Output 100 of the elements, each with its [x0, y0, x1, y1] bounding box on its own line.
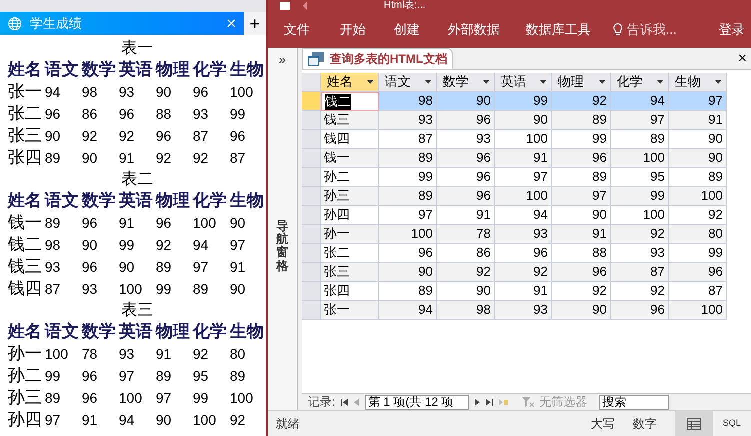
table-cell[interactable]: 93 [611, 244, 669, 263]
record-position-field[interactable]: 第 1 项(共 12 项 [365, 394, 470, 410]
table-cell[interactable]: 90 [437, 282, 495, 301]
table-cell[interactable]: 92 [611, 225, 669, 244]
sign-in-button[interactable]: 登录 [719, 20, 745, 40]
table-cell[interactable]: 90 [495, 111, 552, 130]
table-cell[interactable]: 90 [669, 130, 727, 149]
table-cell[interactable]: 90 [379, 263, 437, 282]
table-cell[interactable]: 96 [437, 187, 495, 206]
table-cell[interactable]: 92 [669, 206, 727, 225]
dropdown-icon[interactable] [657, 80, 664, 84]
table-cell[interactable]: 100 [379, 225, 437, 244]
ribbon-tab[interactable]: 数据库工具 [526, 20, 591, 40]
table-cell[interactable]: 99 [379, 168, 437, 187]
row-selector[interactable] [302, 301, 321, 320]
ribbon-tab[interactable]: 文件 [284, 20, 310, 40]
table-cell[interactable]: 99 [611, 187, 669, 206]
table-cell[interactable]: 89 [552, 111, 611, 130]
row-selector[interactable] [302, 225, 321, 244]
table-cell[interactable]: 钱二 [325, 94, 351, 110]
tell-me-box[interactable]: 告诉我... [613, 20, 677, 40]
table-cell[interactable]: 96 [437, 149, 495, 168]
table-cell[interactable]: 孙二 [324, 169, 350, 185]
table-cell[interactable]: 93 [495, 225, 552, 244]
table-cell[interactable]: 孙四 [324, 207, 350, 223]
table-cell[interactable]: 96 [669, 263, 727, 282]
table-cell[interactable]: 100 [669, 187, 727, 206]
table-cell[interactable]: 96 [437, 168, 495, 187]
row-selector[interactable] [302, 168, 321, 187]
ribbon-tab[interactable]: 创建 [394, 20, 420, 40]
table-cell[interactable]: 91 [495, 282, 552, 301]
ribbon-tab[interactable]: 开始 [340, 20, 366, 40]
last-record-icon[interactable] [486, 398, 494, 406]
table-cell[interactable]: 94 [611, 92, 669, 111]
table-cell[interactable]: 96 [379, 244, 437, 263]
search-field[interactable]: 搜索 [599, 394, 670, 410]
table-cell[interactable]: 100 [495, 187, 552, 206]
dropdown-icon[interactable] [599, 80, 606, 84]
close-icon[interactable] [227, 19, 236, 28]
table-cell[interactable]: 78 [437, 225, 495, 244]
table-cell[interactable]: 99 [552, 130, 611, 149]
row-selector[interactable] [302, 111, 321, 130]
table-cell[interactable]: 98 [437, 301, 495, 320]
column-header[interactable]: 物理 [552, 73, 611, 92]
table-cell[interactable]: 张二 [324, 245, 350, 261]
table-cell[interactable]: 90 [669, 149, 727, 168]
table-cell[interactable]: 97 [552, 187, 611, 206]
column-header[interactable]: 语文 [379, 73, 437, 92]
table-cell[interactable]: 钱四 [324, 131, 350, 147]
first-record-icon[interactable] [341, 398, 348, 406]
table-cell[interactable]: 93 [437, 130, 495, 149]
table-cell[interactable]: 97 [379, 206, 437, 225]
column-header[interactable]: 化学 [611, 73, 669, 92]
table-cell[interactable]: 100 [495, 130, 552, 149]
column-header[interactable]: 姓名 [321, 73, 379, 92]
row-selector[interactable] [302, 206, 321, 225]
table-cell[interactable]: 80 [669, 225, 727, 244]
dropdown-icon[interactable] [540, 80, 547, 84]
table-cell[interactable]: 89 [379, 149, 437, 168]
table-cell[interactable]: 97 [611, 111, 669, 130]
dropdown-icon[interactable] [367, 80, 374, 84]
document-tab[interactable]: 查询多表的HTML文档 [302, 48, 454, 69]
close-button[interactable]: × [738, 51, 747, 66]
table-cell[interactable]: 92 [437, 263, 495, 282]
row-selector[interactable] [302, 263, 321, 282]
table-cell[interactable]: 96 [495, 244, 552, 263]
next-record-icon[interactable] [475, 398, 480, 406]
previous-record-icon[interactable] [354, 398, 360, 406]
table-cell[interactable]: 93 [379, 111, 437, 130]
table-cell[interactable]: 88 [552, 244, 611, 263]
row-selector[interactable] [302, 282, 321, 301]
dropdown-icon[interactable] [483, 80, 490, 84]
row-selector[interactable] [302, 130, 321, 149]
table-cell[interactable]: 91 [552, 225, 611, 244]
column-header[interactable]: 数学 [437, 73, 495, 92]
table-cell[interactable]: 87 [669, 282, 727, 301]
table-cell[interactable]: 91 [495, 149, 552, 168]
row-selector[interactable] [302, 244, 321, 263]
expand-button[interactable]: » [278, 50, 286, 70]
table-cell[interactable]: 96 [552, 263, 611, 282]
ribbon-tab[interactable]: 外部数据 [448, 20, 500, 40]
table-cell[interactable]: 97 [669, 92, 727, 111]
datasheet-view-button[interactable] [675, 411, 713, 436]
table-cell[interactable]: 94 [379, 301, 437, 320]
table-cell[interactable]: 87 [379, 130, 437, 149]
table-cell[interactable]: 89 [379, 187, 437, 206]
table-cell[interactable]: 86 [437, 244, 495, 263]
table-cell[interactable]: 91 [437, 206, 495, 225]
table-cell[interactable]: 99 [669, 244, 727, 263]
table-cell[interactable]: 98 [379, 92, 437, 111]
table-cell[interactable]: 91 [669, 111, 727, 130]
table-cell[interactable]: 92 [611, 282, 669, 301]
table-cell[interactable]: 95 [611, 168, 669, 187]
sql-view-button[interactable]: SQL [713, 416, 751, 430]
table-cell[interactable]: 94 [495, 206, 552, 225]
row-selector[interactable] [302, 92, 321, 111]
table-cell[interactable]: 92 [495, 263, 552, 282]
column-header[interactable]: 英语 [495, 73, 552, 92]
dropdown-icon[interactable] [425, 80, 432, 84]
new-record-icon[interactable] [499, 398, 508, 406]
